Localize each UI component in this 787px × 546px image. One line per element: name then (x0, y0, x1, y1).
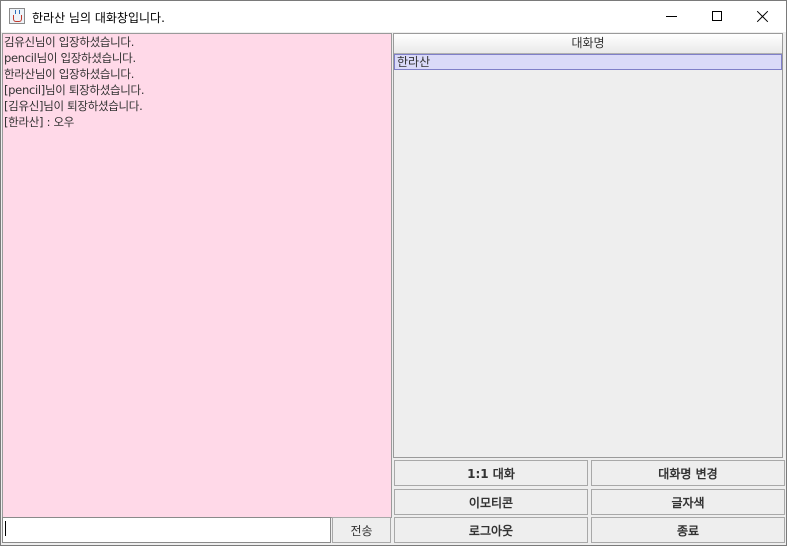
chat-message: [한라산] : 오우 (4, 115, 75, 129)
send-button[interactable]: 전송 (332, 517, 391, 543)
title-bar[interactable]: 한라산 님의 대화창입니다. (1, 1, 786, 32)
chat-message: [pencil]님이 퇴장하셨습니다. (4, 83, 145, 97)
close-icon (755, 6, 771, 26)
chat-message: 김유신님이 입장하셨습니다. (4, 35, 135, 49)
window-title: 한라산 님의 대화창입니다. (32, 11, 165, 25)
chat-message: [김유신]님이 퇴장하셨습니다. (4, 99, 143, 113)
maximize-icon (712, 11, 722, 21)
user-list-item[interactable]: 한라산 (394, 54, 782, 70)
font-color-button[interactable]: 글자색 (591, 489, 785, 515)
maximize-button[interactable] (694, 1, 740, 32)
message-input[interactable] (2, 517, 331, 543)
user-list[interactable]: 대화명 한라산 (393, 33, 783, 458)
chat-window: 한라산 님의 대화창입니다. 김유신님이 입장하셨습니다. pencil님이 입… (0, 0, 787, 546)
close-button[interactable] (740, 1, 786, 32)
change-nickname-button[interactable]: 대화명 변경 (591, 460, 785, 486)
minimize-icon (666, 16, 677, 17)
emoticon-button[interactable]: 이모티콘 (394, 489, 588, 515)
exit-button[interactable]: 종료 (591, 517, 785, 543)
chat-message: 한라산님이 입장하셨습니다. (4, 67, 135, 81)
main-content: 김유신님이 입장하셨습니다. pencil님이 입장하셨습니다. 한라산님이 입… (1, 32, 786, 545)
java-cup-icon (9, 8, 25, 24)
chat-log[interactable]: 김유신님이 입장하셨습니다. pencil님이 입장하셨습니다. 한라산님이 입… (2, 33, 392, 518)
logout-button[interactable]: 로그아웃 (394, 517, 588, 543)
text-caret (5, 521, 6, 536)
private-chat-button[interactable]: 1:1 대화 (394, 460, 588, 486)
minimize-button[interactable] (648, 1, 694, 32)
column-header-nickname[interactable]: 대화명 (394, 34, 782, 54)
chat-message: pencil님이 입장하셨습니다. (4, 51, 136, 65)
